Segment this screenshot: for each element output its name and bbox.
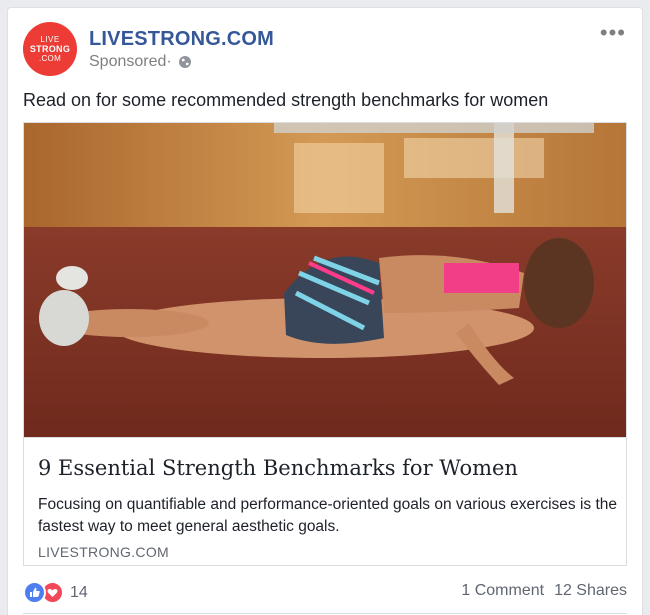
link-info[interactable]: 9 Essential Strength Benchmarks for Wome… — [24, 437, 626, 566]
footer-divider — [23, 613, 627, 614]
engagement-stats: 1 Comment 12 Shares — [461, 582, 627, 600]
link-domain: LIVESTRONG.COM — [38, 544, 169, 560]
reaction-count: 14 — [70, 583, 88, 601]
avatar-text-live: LIVE — [40, 34, 60, 44]
sponsored-post-card: LIVE STRONG .COM LIVESTRONG.COM Sponsore… — [7, 7, 643, 615]
link-preview-image[interactable] — [24, 123, 626, 437]
page-name-link[interactable]: LIVESTRONG.COM — [89, 28, 274, 51]
link-description: Focusing on quantifiable and performance… — [38, 496, 618, 535]
like-icon — [23, 581, 46, 604]
post-text: Read on for some recommended strength be… — [23, 90, 549, 110]
more-options-icon[interactable]: ••• — [600, 22, 626, 44]
shares-count-link[interactable]: 12 Shares — [554, 582, 627, 600]
sponsored-label[interactable]: Sponsored — [89, 53, 166, 71]
reactions-summary[interactable]: 14 — [23, 581, 88, 604]
avatar-text-strong: STRONG — [29, 43, 71, 54]
comments-count-link[interactable]: 1 Comment — [461, 582, 544, 600]
page-avatar[interactable]: LIVE STRONG .COM — [23, 22, 77, 76]
sponsored-row: Sponsored · — [89, 53, 192, 71]
avatar-text-com: .COM — [38, 53, 62, 63]
link-title[interactable]: 9 Essential Strength Benchmarks for Wome… — [38, 456, 518, 480]
link-preview-card[interactable]: 9 Essential Strength Benchmarks for Wome… — [23, 122, 627, 566]
separator-dot: · — [166, 53, 172, 70]
globe-icon — [178, 55, 192, 69]
